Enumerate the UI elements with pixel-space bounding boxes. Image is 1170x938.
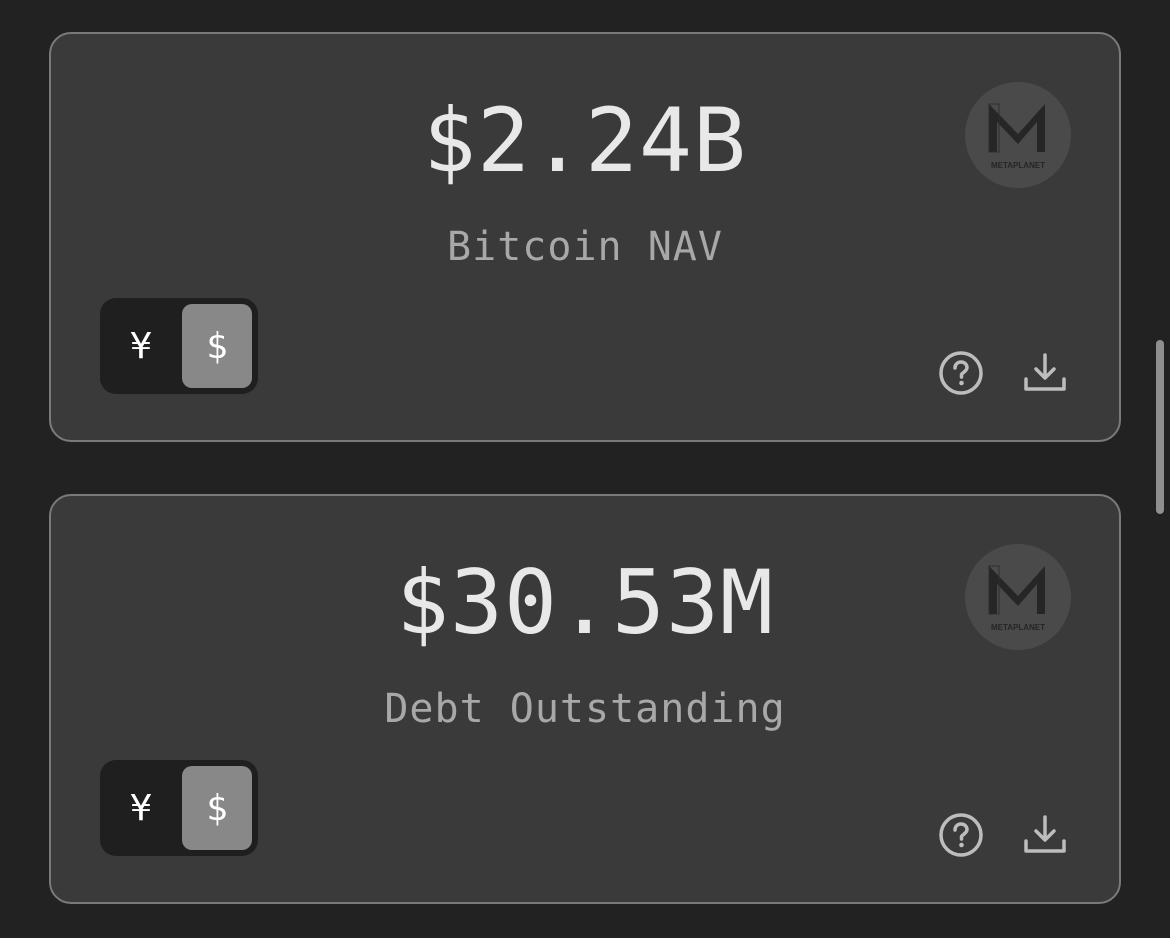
download-icon bbox=[1024, 353, 1066, 391]
logo-text: METAPLANET bbox=[991, 161, 1045, 170]
metaplanet-logo-icon: METAPLANET bbox=[965, 82, 1071, 188]
download-icon bbox=[1024, 815, 1066, 853]
logo-text: METAPLANET bbox=[991, 623, 1045, 632]
download-button[interactable] bbox=[1021, 349, 1069, 397]
scrollbar-thumb[interactable] bbox=[1156, 340, 1164, 514]
currency-toggle: ¥ $ bbox=[100, 760, 258, 856]
currency-option-yen[interactable]: ¥ bbox=[106, 304, 176, 388]
card-label: Debt Outstanding bbox=[384, 686, 786, 732]
page: $2.24B Bitcoin NAV METAPLANET ¥ $ $30.53… bbox=[0, 0, 1170, 938]
currency-toggle: ¥ $ bbox=[100, 298, 258, 394]
currency-option-yen[interactable]: ¥ bbox=[106, 766, 176, 850]
help-circle-icon bbox=[939, 813, 983, 857]
metaplanet-logo-icon: METAPLANET bbox=[965, 544, 1071, 650]
card-label: Bitcoin NAV bbox=[447, 224, 723, 270]
help-circle-icon bbox=[939, 351, 983, 395]
scrollbar[interactable] bbox=[1150, 0, 1170, 938]
help-button[interactable] bbox=[937, 811, 985, 859]
bitcoin-nav-card: $2.24B Bitcoin NAV METAPLANET ¥ $ bbox=[49, 32, 1121, 442]
card-value: $2.24B bbox=[423, 89, 747, 192]
download-button[interactable] bbox=[1021, 811, 1069, 859]
currency-option-usd[interactable]: $ bbox=[182, 304, 252, 388]
currency-option-usd[interactable]: $ bbox=[182, 766, 252, 850]
help-button[interactable] bbox=[937, 349, 985, 397]
card-value: $30.53M bbox=[396, 551, 774, 654]
debt-outstanding-card: $30.53M Debt Outstanding METAPLANET ¥ $ bbox=[49, 494, 1121, 904]
